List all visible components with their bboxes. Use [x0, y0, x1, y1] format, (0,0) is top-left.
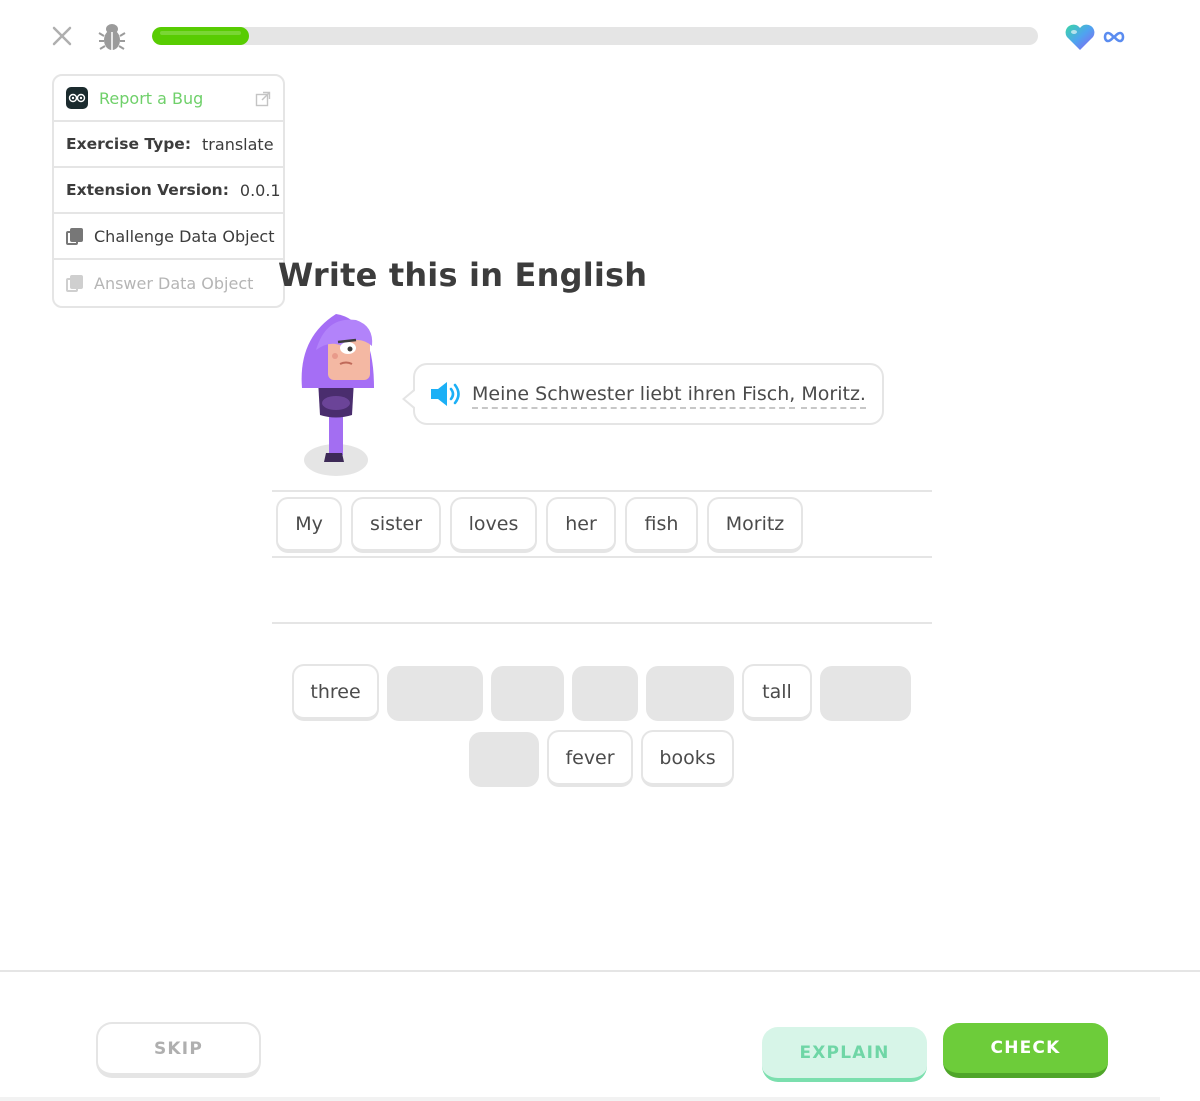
challenge-title: Write this in English	[278, 256, 648, 294]
answer-tile[interactable]: Moritz	[707, 497, 803, 553]
exercise-type-label: Exercise Type:	[66, 135, 192, 153]
word-bank-row: three tall	[292, 664, 911, 721]
prompt-sentence: Meine Schwester liebt ihren Fisch, Morit…	[472, 383, 866, 409]
heart-icon	[1065, 24, 1095, 50]
word-bank-tile[interactable]: three	[292, 664, 379, 721]
copy-challenge-data-button[interactable]: Challenge Data Object	[54, 214, 283, 260]
answer-tiles: My sister loves her fish Moritz	[276, 497, 803, 553]
check-button[interactable]: CHECK	[943, 1023, 1108, 1078]
word-bank-empty-slot	[820, 666, 911, 721]
word-bank-tile[interactable]: tall	[742, 664, 812, 721]
close-button[interactable]	[48, 22, 76, 50]
speaker-icon[interactable]	[429, 379, 463, 409]
word-bank-empty-slot	[572, 666, 638, 721]
bug-icon	[98, 24, 126, 50]
owl-logo-icon	[66, 87, 88, 109]
answer-line-top	[272, 490, 932, 492]
footer-bottom-edge	[0, 1097, 1160, 1101]
word-bank-row: fever books	[469, 730, 734, 787]
answer-line-bottom	[272, 622, 932, 624]
word-bank-empty-slot	[469, 732, 539, 787]
extension-version-row: Extension Version: 0.0.1	[54, 168, 283, 214]
progress-fill	[152, 27, 249, 45]
character-illustration	[301, 314, 374, 476]
answer-tile[interactable]: sister	[351, 497, 441, 553]
external-link-icon	[255, 91, 271, 107]
lesson-progress-bar	[152, 27, 1038, 45]
word-bank-empty-slot	[387, 666, 483, 721]
explain-button[interactable]: EXPLAIN	[762, 1027, 927, 1082]
answer-tile[interactable]: loves	[450, 497, 537, 553]
answer-tile[interactable]: fish	[625, 497, 698, 553]
word-bank-tile[interactable]: books	[641, 730, 734, 787]
copy-icon	[66, 227, 83, 245]
report-bug-link[interactable]: Report a Bug	[54, 76, 283, 122]
answer-tile[interactable]: her	[546, 497, 616, 553]
exercise-type-value: translate	[202, 134, 274, 154]
bug-report-button[interactable]	[98, 20, 126, 52]
exercise-type-row: Exercise Type: translate	[54, 122, 283, 168]
extension-version-value: 0.0.1	[239, 180, 281, 200]
hearts-counter[interactable]	[1064, 22, 1128, 52]
copy-answer-data-button: Answer Data Object	[54, 260, 283, 306]
infinity-icon	[1103, 31, 1125, 43]
close-icon	[52, 26, 72, 46]
speech-bubble: Meine Schwester liebt ihren Fisch, Morit…	[402, 363, 884, 425]
word-bank-tile[interactable]: fever	[547, 730, 633, 787]
prompt-word[interactable]: Meine Schwester liebt ihren Fisch,	[472, 383, 796, 409]
footer-divider	[0, 970, 1200, 972]
answer-data-label: Answer Data Object	[94, 273, 254, 293]
copy-icon	[66, 274, 83, 292]
answer-tile[interactable]: My	[276, 497, 342, 553]
extension-version-label: Extension Version:	[66, 181, 229, 199]
challenge-data-label: Challenge Data Object	[94, 226, 275, 246]
word-bank-empty-slot	[491, 666, 564, 721]
debug-panel: Report a Bug Exercise Type: translate Ex…	[52, 74, 285, 308]
skip-button[interactable]: SKIP	[96, 1022, 261, 1078]
prompt-word[interactable]: Moritz.	[801, 383, 866, 409]
answer-line-middle	[272, 556, 932, 558]
word-bank-empty-slot	[646, 666, 734, 721]
report-bug-label: Report a Bug	[99, 88, 204, 108]
